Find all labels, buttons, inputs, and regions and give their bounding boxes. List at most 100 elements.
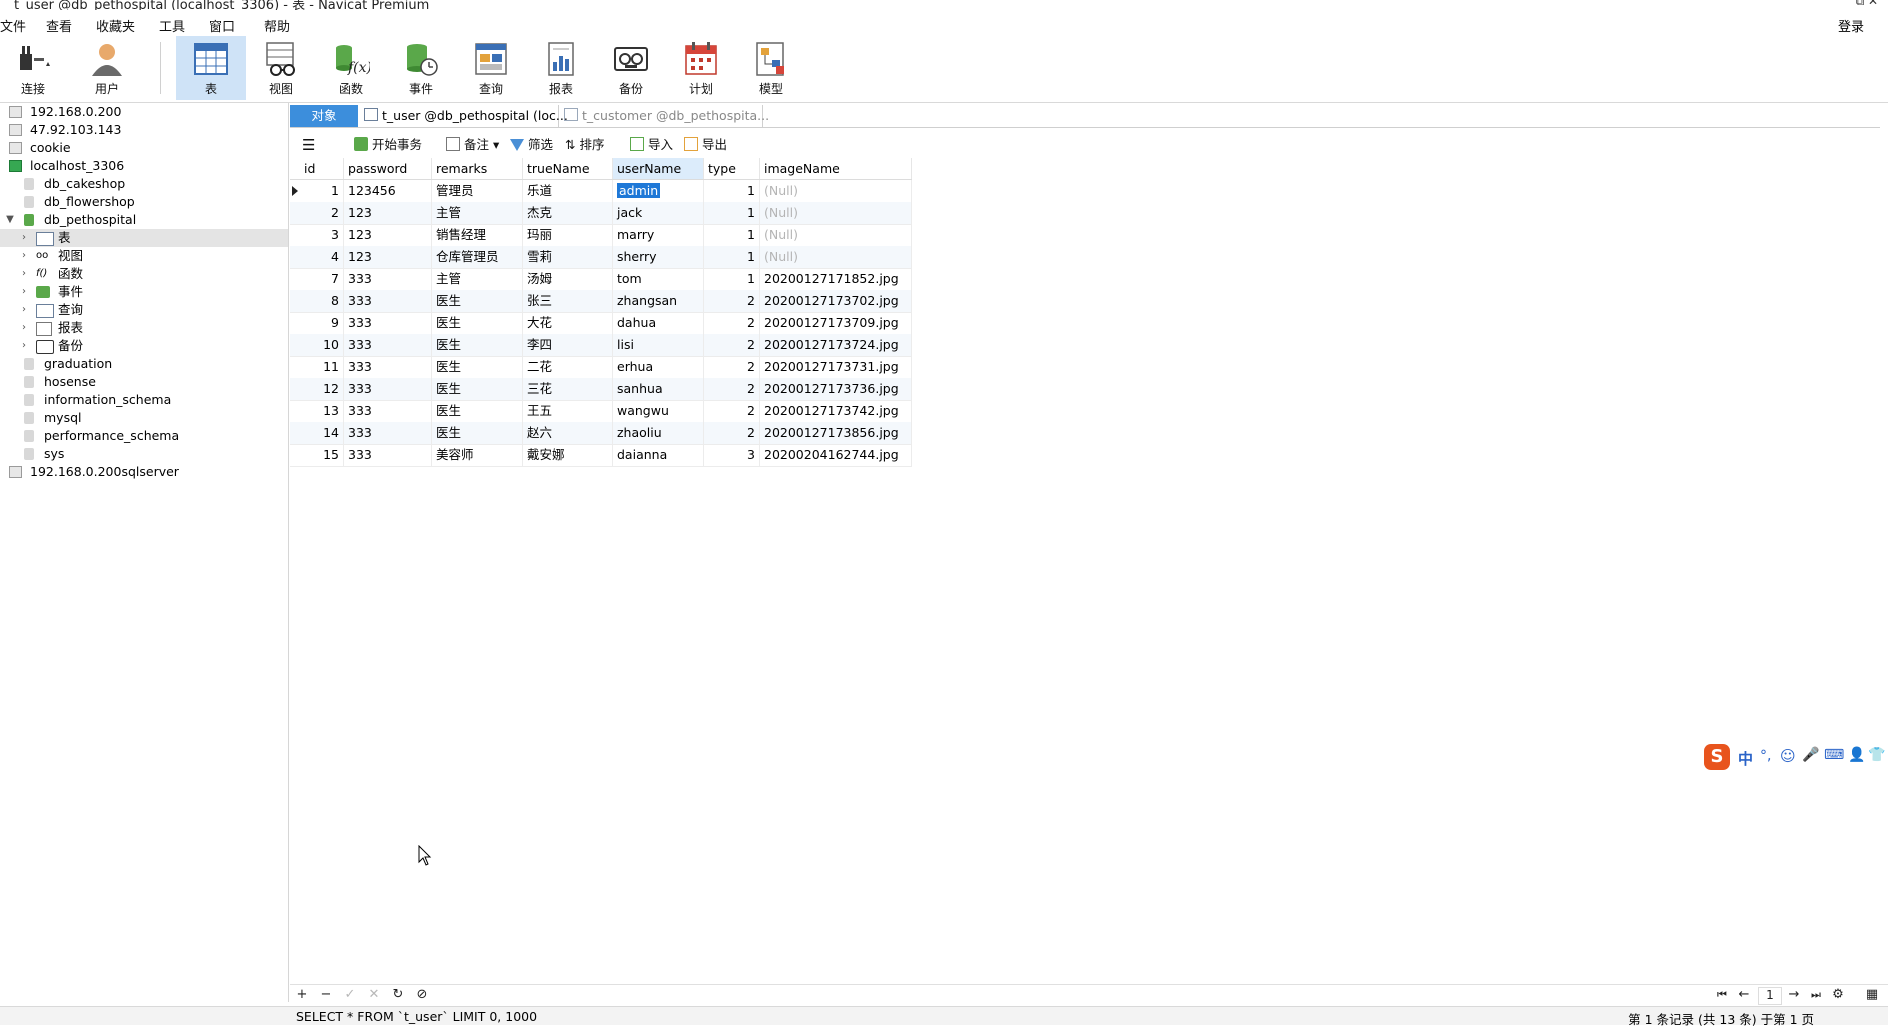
- tab-t-customer[interactable]: t_customer @db_pethospita...: [562, 105, 769, 127]
- cell-remarks[interactable]: 销售经理: [432, 224, 523, 246]
- cell-remarks[interactable]: 医生: [432, 290, 523, 312]
- cell-id[interactable]: 4: [300, 246, 344, 268]
- sort-button[interactable]: ⇅ 排序: [565, 136, 604, 154]
- cell-id[interactable]: 15: [300, 444, 344, 466]
- user-center-icon[interactable]: 👤: [1848, 747, 1865, 763]
- tree-views[interactable]: › oo 视图: [0, 247, 288, 265]
- page-number-input[interactable]: 1: [1758, 987, 1782, 1005]
- cell-remarks[interactable]: 医生: [432, 422, 523, 444]
- cell-password[interactable]: 123: [344, 202, 432, 224]
- cell-username[interactable]: sanhua: [613, 378, 704, 400]
- cell-password[interactable]: 333: [344, 444, 432, 466]
- tree-connection-localhost[interactable]: localhost_3306: [0, 157, 288, 175]
- skin-icon[interactable]: 👕: [1868, 747, 1885, 763]
- function-button[interactable]: f(x) 函数: [318, 36, 384, 100]
- cell-type[interactable]: 2: [704, 422, 760, 444]
- cell-imagename[interactable]: 20200127173731.jpg: [760, 356, 912, 378]
- cell-truename[interactable]: 赵六: [523, 422, 613, 444]
- cell-truename[interactable]: 张三: [523, 290, 613, 312]
- table-row[interactable]: 8 333 医生 张三 zhangsan 2 20200127173702.jpg: [290, 290, 912, 313]
- cell-imagename[interactable]: 20200204162744.jpg: [760, 444, 912, 466]
- cell-imagename[interactable]: (Null): [760, 180, 912, 202]
- view-button[interactable]: 视图: [248, 36, 314, 100]
- chevron-right-icon[interactable]: ›: [19, 247, 29, 265]
- cell-id[interactable]: 9: [300, 312, 344, 334]
- column-header-password[interactable]: password: [344, 158, 432, 179]
- menu-window[interactable]: 窗口: [209, 16, 235, 35]
- cell-imagename[interactable]: 20200127173736.jpg: [760, 378, 912, 400]
- cell-password[interactable]: 333: [344, 378, 432, 400]
- menu-favorites[interactable]: 收藏夹: [96, 16, 135, 35]
- add-record-icon[interactable]: +: [294, 987, 310, 1003]
- cell-id[interactable]: 10: [300, 334, 344, 356]
- cell-remarks[interactable]: 主管: [432, 268, 523, 290]
- cell-password[interactable]: 333: [344, 334, 432, 356]
- cell-remarks[interactable]: 医生: [432, 312, 523, 334]
- cell-password[interactable]: 333: [344, 312, 432, 334]
- cell-imagename[interactable]: (Null): [760, 224, 912, 246]
- cell-username[interactable]: tom: [613, 268, 704, 290]
- cell-password[interactable]: 123: [344, 224, 432, 246]
- cell-password[interactable]: 333: [344, 356, 432, 378]
- navigation-tree[interactable]: 192.168.0.200 47.92.103.143 cookie local…: [0, 103, 289, 1002]
- cell-imagename[interactable]: 20200127173856.jpg: [760, 422, 912, 444]
- tree-functions[interactable]: › f() 函数: [0, 265, 288, 283]
- cell-id[interactable]: 3: [300, 224, 344, 246]
- column-header-username[interactable]: userName: [613, 158, 704, 179]
- cell-password[interactable]: 123456: [344, 180, 432, 202]
- cell-imagename[interactable]: 20200127171852.jpg: [760, 268, 912, 290]
- memo-button[interactable]: 备注 ▾: [446, 136, 499, 154]
- tree-connection-3[interactable]: cookie: [0, 139, 288, 157]
- table-row[interactable]: 10 333 医生 李四 lisi 2 20200127173724.jpg: [290, 334, 912, 357]
- table-row[interactable]: 9 333 医生 大花 dahua 2 20200127173709.jpg: [290, 312, 912, 335]
- stop-icon[interactable]: ⊘: [414, 987, 430, 1003]
- connect-button[interactable]: 连接: [0, 36, 66, 100]
- discard-changes-icon[interactable]: ✕: [366, 987, 382, 1003]
- menu-file[interactable]: 文件: [0, 16, 26, 35]
- cell-type[interactable]: 1: [704, 202, 760, 224]
- delete-record-icon[interactable]: −: [318, 987, 334, 1003]
- cell-username[interactable]: admin: [613, 180, 704, 202]
- tree-database-sys[interactable]: sys: [0, 445, 288, 463]
- chevron-right-icon[interactable]: ›: [19, 229, 29, 247]
- cell-imagename[interactable]: 20200127173702.jpg: [760, 290, 912, 312]
- cell-id[interactable]: 2: [300, 202, 344, 224]
- table-row[interactable]: 2 123 主管 杰克 jack 1 (Null): [290, 202, 912, 225]
- backup-button[interactable]: 备份: [598, 36, 664, 100]
- cell-type[interactable]: 1: [704, 224, 760, 246]
- cell-id[interactable]: 14: [300, 422, 344, 444]
- cell-truename[interactable]: 戴安娜: [523, 444, 613, 466]
- cell-type[interactable]: 2: [704, 312, 760, 334]
- previous-page-icon[interactable]: ←: [1736, 987, 1752, 1003]
- chevron-down-icon[interactable]: ▼: [5, 211, 15, 229]
- table-row[interactable]: 12 333 医生 三花 sanhua 2 20200127173736.jpg: [290, 378, 912, 401]
- cell-remarks[interactable]: 医生: [432, 356, 523, 378]
- grid-view-icon[interactable]: ▦: [1864, 987, 1880, 1003]
- cell-truename[interactable]: 三花: [523, 378, 613, 400]
- tab-objects[interactable]: 对象: [290, 105, 358, 127]
- cell-imagename[interactable]: (Null): [760, 202, 912, 224]
- tree-tables[interactable]: › 表: [0, 229, 288, 247]
- tree-backups[interactable]: › 备份: [0, 337, 288, 355]
- table-row[interactable]: 13 333 医生 王五 wangwu 2 20200127173742.jpg: [290, 400, 912, 423]
- window-controls[interactable]: ⧉ ✕: [1856, 0, 1878, 9]
- cell-remarks[interactable]: 医生: [432, 334, 523, 356]
- table-row[interactable]: 4 123 仓库管理员 雪莉 sherry 1 (Null): [290, 246, 912, 269]
- cell-remarks[interactable]: 医生: [432, 378, 523, 400]
- punctuation-icon[interactable]: °,: [1760, 748, 1771, 764]
- cell-username[interactable]: dahua: [613, 312, 704, 334]
- first-page-icon[interactable]: ⏮: [1714, 987, 1730, 1003]
- cell-password[interactable]: 333: [344, 422, 432, 444]
- column-header-imagename[interactable]: imageName: [760, 158, 912, 179]
- gear-icon[interactable]: ⚙: [1830, 987, 1846, 1003]
- query-button[interactable]: 查询: [458, 36, 524, 100]
- export-button[interactable]: 导出: [684, 136, 727, 154]
- hamburger-menu-icon[interactable]: ☰: [302, 136, 315, 154]
- tree-database-performance-schema[interactable]: performance_schema: [0, 427, 288, 445]
- cell-remarks[interactable]: 主管: [432, 202, 523, 224]
- tree-database-graduation[interactable]: graduation: [0, 355, 288, 373]
- cell-type[interactable]: 2: [704, 378, 760, 400]
- login-link[interactable]: 登录: [1838, 16, 1864, 35]
- cell-type[interactable]: 2: [704, 334, 760, 356]
- schedule-button[interactable]: 计划: [668, 36, 734, 100]
